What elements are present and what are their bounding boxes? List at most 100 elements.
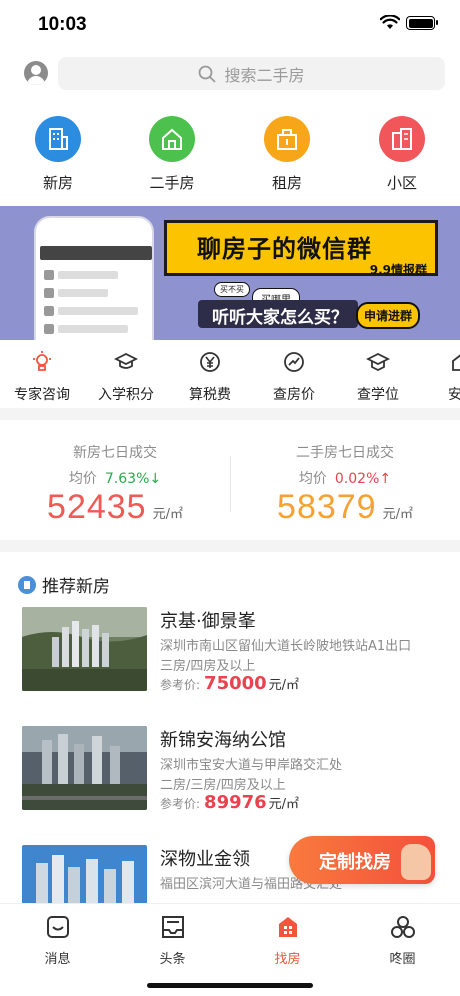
price-value: 75000 (204, 673, 267, 694)
category-label: 租房 (271, 174, 302, 192)
tool-label: 安居 (448, 387, 460, 403)
stat-unit: 元/㎡ (382, 507, 413, 522)
custom-search-label: 定制找房 (319, 852, 391, 873)
price-trend-icon (284, 352, 304, 372)
tool-school-points[interactable]: 入学积分 (84, 346, 168, 404)
recommend-header: 推荐新房 (18, 572, 110, 597)
property-image (22, 607, 147, 691)
wechat-group-banner[interactable]: 聊房子的微信群 9.9情报群 买不买 买哪里 听听大家怎么买？ 申请进群 (0, 206, 460, 340)
category-label: 二手房 (149, 174, 195, 192)
wifi-icon (380, 15, 400, 29)
house-icon (149, 116, 195, 162)
category-label: 小区 (386, 174, 417, 192)
section-divider (0, 408, 460, 420)
tab-circle[interactable]: 咚圈 (345, 910, 460, 967)
stat-change: 0.02%↑ (334, 471, 392, 487)
tool-label: 专家咨询 (14, 387, 70, 403)
property-name: 京基·御景峯 (160, 611, 256, 632)
circle-icon (390, 916, 415, 938)
avatar[interactable] (24, 61, 48, 85)
stat-avg-label: 均价 (68, 471, 97, 487)
banner-question-text: 听听大家怎么买？ (212, 308, 348, 328)
tool-label: 算税费 (189, 387, 231, 403)
new-house-stat[interactable]: 新房七日成交 均价 7.63%↓ 52435 元/㎡ (0, 422, 230, 527)
price-label: 参考价: (160, 797, 201, 811)
find-house-icon (278, 917, 297, 937)
graduation-icon (113, 352, 139, 369)
stat-price: 52435 (47, 488, 147, 526)
property-address: 深圳市宝安大道与甲岸路交汇处 (160, 758, 343, 773)
property-price: 参考价: 89976 元/㎡ (160, 792, 299, 813)
stat-title: 新房七日成交 (73, 445, 157, 461)
price-unit: 元/㎡ (268, 678, 300, 693)
search-placeholder: 搜索二手房 (224, 65, 305, 85)
battery-icon (406, 16, 438, 30)
tab-label: 头条 (159, 952, 186, 967)
transaction-stats: 新房七日成交 均价 7.63%↓ 52435 元/㎡ 二手房七日成交 均价 0.02%… (0, 422, 460, 540)
banner-subtitle: 9.9情报群 (369, 263, 427, 277)
second-house-stat[interactable]: 二手房七日成交 均价 0.02%↑ 58379 元/㎡ (230, 422, 460, 527)
tab-headlines[interactable]: 头条 (115, 910, 230, 967)
property-card[interactable]: 新锦安海纳公馆 深圳市宝安大道与甲岸路交汇处 二房/三房/四房及以上 参考价: 8… (22, 726, 442, 826)
tab-label: 消息 (44, 952, 71, 967)
yuan-icon (200, 352, 220, 372)
tool-tax[interactable]: 算税费 (168, 346, 252, 404)
expert-icon (33, 351, 51, 371)
stat-average: 均价 7.63%↓ (0, 468, 230, 488)
property-image (22, 726, 147, 810)
banner-question: 听听大家怎么买？ (198, 300, 358, 328)
price-unit: 元/㎡ (268, 797, 300, 812)
stat-average: 均价 0.02%↑ (230, 468, 460, 488)
property-card[interactable]: 京基·御景峯 深圳市南山区留仙大道长岭陂地铁站A1出口 三房/四房及以上 参考价… (22, 607, 442, 707)
home-indicator (147, 983, 313, 988)
section-divider (0, 540, 460, 552)
stat-unit: 元/㎡ (152, 507, 183, 522)
stat-avg-label: 均价 (298, 471, 327, 487)
phone-illustration (34, 216, 154, 340)
community-icon (379, 116, 425, 162)
category-new-house[interactable]: 新房 (23, 112, 93, 193)
category-nav: 新房 二手房 租房 小区 (0, 112, 460, 196)
tool-house-price[interactable]: 查房价 (252, 346, 336, 404)
speech-bubble: 买不买 (214, 282, 250, 297)
tab-messages[interactable]: 消息 (0, 910, 115, 967)
tool-school-place[interactable]: 查学位 (336, 346, 420, 404)
app-screen: 10:03 搜索二手房 新房 二手房 租房 小区 聊房子的微信群 9.9情报群 … (0, 0, 460, 996)
banner-title-box: 聊房子的微信群 9.9情报群 (164, 220, 438, 277)
price-value: 89976 (204, 792, 267, 813)
school-icon (365, 352, 391, 372)
tool-anju[interactable]: 安居 (420, 346, 460, 404)
banner-title: 聊房子的微信群 (197, 235, 372, 263)
category-label: 新房 (42, 174, 73, 192)
tool-label: 查房价 (273, 387, 315, 403)
category-community[interactable]: 小区 (367, 112, 437, 193)
price-label: 参考价: (160, 678, 201, 692)
recommend-title: 推荐新房 (42, 577, 110, 597)
tab-label: 咚圈 (389, 952, 416, 967)
custom-search-button[interactable]: 定制找房 (289, 836, 435, 884)
join-group-button[interactable]: 申请进群 (356, 302, 421, 329)
property-rooms: 二房/三房/四房及以上 (160, 778, 286, 793)
category-second-hand[interactable]: 二手房 (137, 112, 207, 193)
home-icon (452, 354, 460, 371)
stat-change: 7.63%↓ (104, 471, 162, 487)
key-icon (264, 116, 310, 162)
news-icon (161, 916, 184, 938)
property-price: 参考价: 75000 元/㎡ (160, 673, 299, 694)
building-badge-icon (18, 575, 36, 594)
property-rooms: 三房/四房及以上 (160, 659, 256, 674)
tools-row: 专家咨询 入学积分 算税费 查房价 查学位 安居 (0, 346, 460, 404)
tab-label: 找房 (274, 952, 301, 967)
hand-icon (401, 844, 431, 880)
category-rent[interactable]: 租房 (252, 112, 322, 193)
tool-label: 入学积分 (98, 387, 154, 403)
search-bar[interactable]: 搜索二手房 (58, 57, 445, 90)
status-time: 10:03 (38, 14, 87, 35)
tab-find-house[interactable]: 找房 (230, 910, 345, 967)
stat-title: 二手房七日成交 (296, 445, 394, 461)
tool-expert[interactable]: 专家咨询 (0, 346, 84, 404)
message-icon (46, 916, 69, 938)
property-name: 深物业金领 (160, 849, 250, 870)
search-icon (199, 65, 216, 82)
property-address: 深圳市南山区留仙大道长岭陂地铁站A1出口 (160, 639, 412, 654)
